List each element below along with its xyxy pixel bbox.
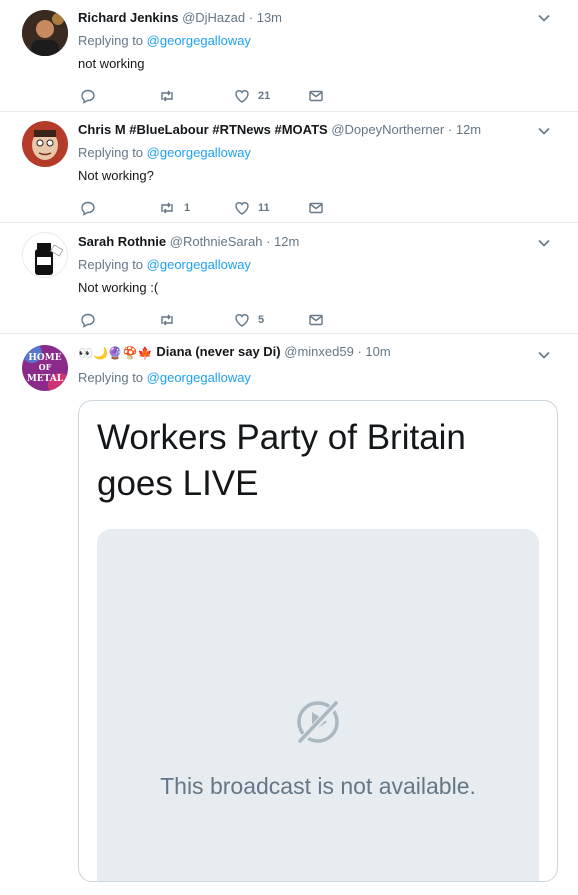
tweet-actions: 5: [78, 311, 338, 329]
message-button[interactable]: [308, 311, 324, 329]
card-title[interactable]: Workers Party of Britain goes LIVE: [97, 415, 537, 507]
avatar-text-of: OF: [39, 362, 52, 372]
retweet-icon: [161, 314, 173, 326]
tweet-2[interactable]: Chris M #BlueLabour #RTNews #MOATS @Dope…: [0, 111, 578, 223]
separator-dot: ·: [447, 122, 453, 137]
avatar-text-metal: METAL: [27, 374, 64, 384]
tweet-header: 👀🌙🔮🍄🍁 Diana (never say Di) @minxed59 · 1…: [78, 344, 391, 361]
like-icon: [235, 202, 249, 215]
replying-to: Replying to @georgegalloway: [78, 145, 251, 161]
replying-prefix: Replying to: [78, 370, 144, 385]
caret-down-icon[interactable]: [536, 235, 552, 251]
timestamp[interactable]: 10m: [365, 344, 390, 359]
retweet-icon: [161, 90, 173, 102]
like-count: 5: [258, 314, 265, 326]
timestamp[interactable]: 13m: [257, 10, 282, 25]
display-name[interactable]: Sarah Rothnie: [78, 234, 166, 249]
tweet-actions: 21: [78, 87, 338, 105]
separator-dot: ·: [248, 10, 254, 25]
replying-prefix: Replying to: [78, 145, 144, 160]
mention-link[interactable]: @georgegalloway: [147, 145, 251, 160]
tweet-header: Chris M #BlueLabour #RTNews #MOATS @Dope…: [78, 122, 481, 138]
like-count: 21: [258, 90, 271, 102]
user-handle[interactable]: @DjHazad: [182, 10, 245, 25]
retweet-button[interactable]: [158, 87, 184, 105]
message-icon: [309, 202, 323, 214]
reply-icon: [81, 89, 95, 104]
avatar[interactable]: [22, 232, 68, 278]
avatar[interactable]: HOME OF METAL: [22, 345, 68, 391]
reply-button[interactable]: [80, 87, 96, 105]
tweet-header: Richard Jenkins @DjHazad · 13m: [78, 10, 282, 26]
timestamp[interactable]: 12m: [456, 122, 481, 137]
retweet-button[interactable]: 1: [158, 199, 190, 217]
separator-dot: ·: [266, 234, 271, 249]
message-icon: [309, 90, 323, 102]
like-icon: [235, 314, 249, 327]
display-name[interactable]: Richard Jenkins: [78, 10, 178, 25]
caret-down-icon[interactable]: [536, 10, 552, 26]
like-count: 11: [258, 202, 270, 214]
name-emoji: 👀🌙🔮🍄🍁: [78, 345, 153, 360]
replying-to: Replying to @georgegalloway: [78, 257, 251, 273]
broadcast-card[interactable]: Workers Party of Britain goes LIVE This …: [78, 400, 558, 882]
mention-link[interactable]: @georgegalloway: [147, 257, 251, 272]
reply-icon: [81, 313, 95, 328]
mention-link[interactable]: @georgegalloway: [147, 370, 251, 385]
tweet-header: Sarah Rothnie @RothnieSarah · 12m: [78, 234, 299, 250]
avatar[interactable]: [22, 10, 68, 56]
replying-to: Replying to @georgegalloway: [78, 33, 251, 49]
message-icon: [309, 314, 323, 326]
broadcast-unavailable-icon: [296, 699, 341, 746]
display-name[interactable]: Diana (never say Di): [156, 344, 280, 359]
reply-button[interactable]: [80, 199, 96, 217]
like-icon: [235, 90, 249, 103]
like-button[interactable]: 11: [234, 199, 270, 217]
caret-down-icon[interactable]: [536, 123, 552, 139]
retweet-count: 1: [184, 202, 191, 214]
reply-button[interactable]: [80, 311, 96, 329]
retweet-button[interactable]: [158, 311, 184, 329]
broadcast-media: This broadcast is not available.: [97, 529, 539, 881]
user-handle[interactable]: @minxed59: [284, 344, 354, 359]
avatar[interactable]: [22, 121, 68, 167]
tweet-3[interactable]: Sarah Rothnie @RothnieSarah · 12m Replyi…: [0, 222, 578, 334]
user-handle[interactable]: @DopeyNortherner: [331, 122, 444, 137]
like-button[interactable]: 21: [234, 87, 270, 105]
user-handle[interactable]: @RothnieSarah: [170, 234, 263, 249]
replying-prefix: Replying to: [78, 33, 144, 48]
reply-icon: [81, 201, 95, 216]
broadcast-unavailable-message: This broadcast is not available.: [160, 773, 476, 799]
tweet-text: Not working?: [78, 168, 154, 183]
replying-to: Replying to @georgegalloway: [78, 370, 251, 386]
timestamp[interactable]: 12m: [274, 234, 299, 249]
message-button[interactable]: [308, 199, 324, 217]
tweet-1[interactable]: Richard Jenkins @DjHazad · 13m Replying …: [0, 0, 578, 112]
mention-link[interactable]: @georgegalloway: [147, 33, 251, 48]
message-button[interactable]: [308, 87, 324, 105]
replying-prefix: Replying to: [78, 257, 144, 272]
tweet-text: not working: [78, 56, 145, 71]
retweet-icon: [161, 202, 173, 214]
caret-down-icon[interactable]: [536, 347, 552, 363]
tweet-text: Not working :(: [78, 280, 159, 295]
display-name[interactable]: Chris M #BlueLabour #RTNews #MOATS: [78, 122, 328, 137]
like-button[interactable]: 5: [234, 311, 264, 329]
separator-dot: ·: [357, 344, 362, 359]
tweet-actions: 1 11: [78, 199, 338, 217]
